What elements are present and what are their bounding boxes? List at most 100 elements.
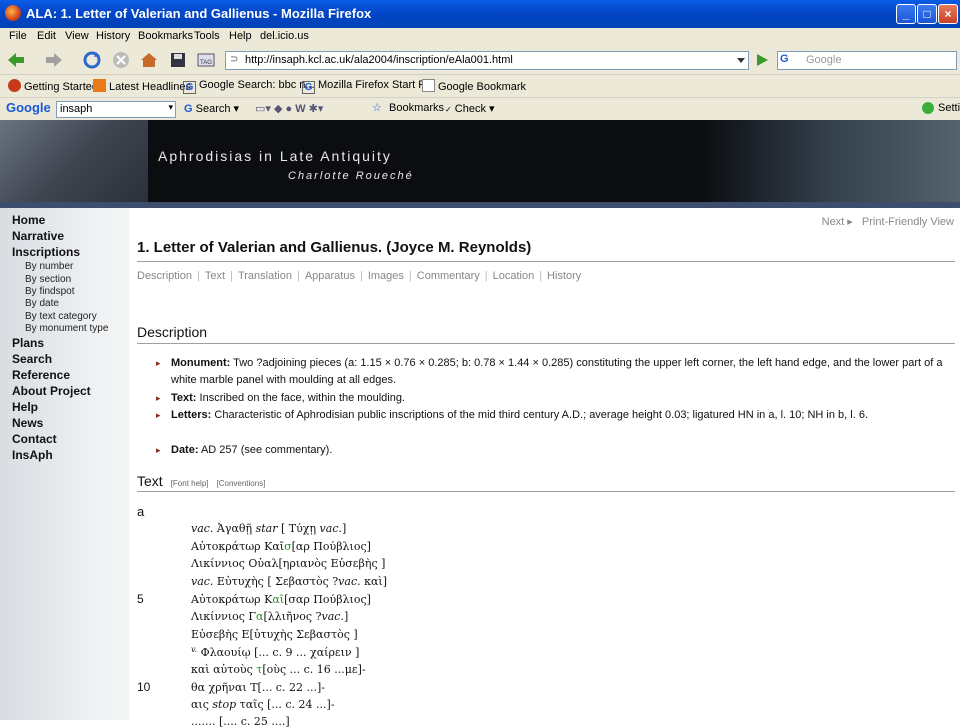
star-icon[interactable]: ☆ [372, 101, 382, 114]
sidebar-item-search[interactable]: Search [12, 352, 52, 366]
sidebar-item-narrative[interactable]: Narrative [12, 229, 64, 243]
sidebar-sub-by-section[interactable]: By section [25, 274, 71, 285]
greek-line-9: καὶ αὐτοὺς τ[οὺς ... c. 16 ...με]- [191, 663, 366, 676]
site-title: Aphrodisias in Late Antiquity [158, 148, 392, 164]
tab-images[interactable]: Images [368, 270, 404, 282]
tab-translation[interactable]: Translation [238, 270, 292, 282]
sidebar-item-plans[interactable]: Plans [12, 336, 44, 350]
tag-icon[interactable]: TAG [196, 50, 216, 70]
font-help-link[interactable]: [Font help] [171, 479, 209, 488]
divider [137, 491, 955, 492]
chevron-down-icon[interactable]: ▾ [168, 102, 173, 113]
maximize-button[interactable]: □ [917, 4, 937, 24]
check-label: Check [454, 103, 486, 115]
greek-line-4: vac. Εὐτυχὴς [ Σεβαστὸς ?vac. καὶ] [191, 575, 388, 588]
bookmark-label: Google Search: bbc n... [199, 79, 315, 91]
save-page-icon[interactable] [168, 50, 188, 70]
settings-button[interactable]: Setti [938, 102, 960, 114]
google-search-button[interactable]: G Search ▾ [184, 102, 239, 115]
greek-line-12: ....... [.... c. 25 ....] [191, 715, 290, 728]
sidebar-item-news[interactable]: News [12, 416, 43, 430]
google-bookmarks-button[interactable]: Bookmarks [389, 102, 444, 114]
reload-icon[interactable] [82, 50, 102, 70]
check-button[interactable]: ✓ Check ▾ [445, 102, 495, 115]
greek-line-3: Λικίννιος Οὐαλ[ηριανὸς Εὐσεβὴς ] [191, 557, 386, 570]
text-heading: Text [Font help] [Conventions] [137, 473, 265, 489]
close-button[interactable]: × [938, 4, 958, 24]
minimize-button[interactable]: _ [896, 4, 916, 24]
sidebar-item-home[interactable]: Home [12, 213, 45, 227]
conventions-link[interactable]: [Conventions] [217, 479, 266, 488]
menu-delicious[interactable]: del.icio.us [260, 30, 309, 42]
sidebar-item-reference[interactable]: Reference [12, 368, 70, 382]
bullet-label: Letters: [171, 409, 212, 421]
tab-description[interactable]: Description [137, 270, 192, 282]
tab-location[interactable]: Location [493, 270, 535, 282]
greek-line-7: Εὐσεβὴς Ε[ὐτυχὴς Σεβαστὸς ] [191, 628, 358, 641]
sidebar: Home Narrative Inscriptions By number By… [0, 208, 130, 720]
home-icon[interactable] [139, 50, 159, 70]
url-bar[interactable]: ⊃ http://insaph.kcl.ac.uk/ala2004/inscri… [225, 51, 749, 70]
menu-bar: File Edit View History Bookmarks Tools H… [0, 28, 960, 46]
site-author: Charlotte Roueché [288, 170, 414, 182]
tab-commentary[interactable]: Commentary [417, 270, 480, 282]
bookmark-google-search[interactable]: G Google Search: bbc n... [183, 79, 315, 94]
greek-line-8: v. Φλαουίῳ [... c. 9 ... χαίρειν ] [191, 645, 360, 659]
sidebar-item-about-project[interactable]: About Project [12, 384, 91, 398]
google-icon: G [183, 81, 196, 94]
tab-apparatus[interactable]: Apparatus [305, 270, 355, 282]
sidebar-item-help[interactable]: Help [12, 400, 38, 414]
menu-help[interactable]: Help [229, 30, 252, 42]
menu-history[interactable]: History [96, 30, 130, 42]
sidebar-item-inscriptions[interactable]: Inscriptions [12, 245, 80, 259]
page-icon: ⊃ [230, 54, 239, 65]
sidebar-sub-by-date[interactable]: By date [25, 298, 59, 309]
greek-line-11: αις stop ταῖς [... c. 24 ...]- [191, 698, 335, 711]
description-date: Date: AD 257 (see commentary). [156, 442, 955, 459]
spellcheck-icon: ✓ [445, 105, 452, 114]
greek-line-2: Αὐτοκράτωρ Καῖσ[αρ Πούβλιος] [191, 540, 371, 553]
main-content: Next ▸ Print-Friendly View 1. Letter of … [137, 208, 957, 728]
sidebar-item-contact[interactable]: Contact [12, 432, 57, 446]
bullet-label: Text: [171, 392, 197, 404]
banner-inscription-image [0, 120, 148, 208]
print-friendly-link[interactable]: Print-Friendly View [862, 216, 954, 228]
forward-icon[interactable] [44, 50, 64, 70]
sidebar-sub-by-monument-type[interactable]: By monument type [25, 323, 108, 334]
sidebar-item-insaph[interactable]: InsAph [12, 448, 53, 462]
google-logo: Google [6, 100, 51, 115]
rss-icon [93, 79, 106, 92]
bullet-label: Monument: [171, 357, 231, 369]
sidebar-sub-by-number[interactable]: By number [25, 261, 73, 272]
menu-tools[interactable]: Tools [194, 30, 220, 42]
menu-edit[interactable]: Edit [37, 30, 56, 42]
sidebar-sub-by-text-category[interactable]: By text category [25, 311, 97, 322]
url-dropdown-icon[interactable] [735, 54, 747, 66]
bookmark-firefox-start[interactable]: G Mozilla Firefox Start P... [302, 79, 433, 94]
bookmark-label: Getting Started [24, 81, 98, 93]
stop-icon[interactable] [111, 50, 131, 70]
bookmark-latest-headlines[interactable]: Latest Headlines [93, 79, 191, 93]
go-icon[interactable] [754, 52, 770, 68]
back-icon[interactable] [6, 50, 26, 70]
bookmark-getting-started[interactable]: Getting Started [8, 79, 98, 93]
google-query-input[interactable]: insaph ▾ [56, 101, 176, 118]
fragment-label: a [137, 504, 145, 519]
bullet-text: AD 257 (see commentary). [200, 444, 333, 456]
bullet-text: Two ?adjoining pieces (a: 1.15 × 0.76 × … [171, 357, 943, 386]
sidebar-sub-by-findspot[interactable]: By findspot [25, 286, 74, 297]
search-placeholder: Google [806, 54, 842, 66]
menu-bookmarks[interactable]: Bookmarks [138, 30, 193, 42]
tab-history[interactable]: History [547, 270, 581, 282]
google-query-text: insaph [60, 103, 93, 115]
tab-text[interactable]: Text [205, 270, 225, 282]
url-text: http://insaph.kcl.ac.uk/ala2004/inscript… [245, 54, 513, 66]
bookmark-google-bookmark[interactable]: Google Bookmark [422, 79, 526, 93]
toolbar-icons[interactable]: ▭▾ ◆ ● W ✱▾ [255, 102, 323, 115]
line-number-10: 10 [137, 680, 151, 694]
next-link[interactable]: Next ▸ [822, 216, 853, 228]
line-number-5: 5 [137, 592, 144, 606]
menu-file[interactable]: File [9, 30, 27, 42]
menu-view[interactable]: View [65, 30, 89, 42]
search-input[interactable]: G Google [777, 51, 957, 70]
